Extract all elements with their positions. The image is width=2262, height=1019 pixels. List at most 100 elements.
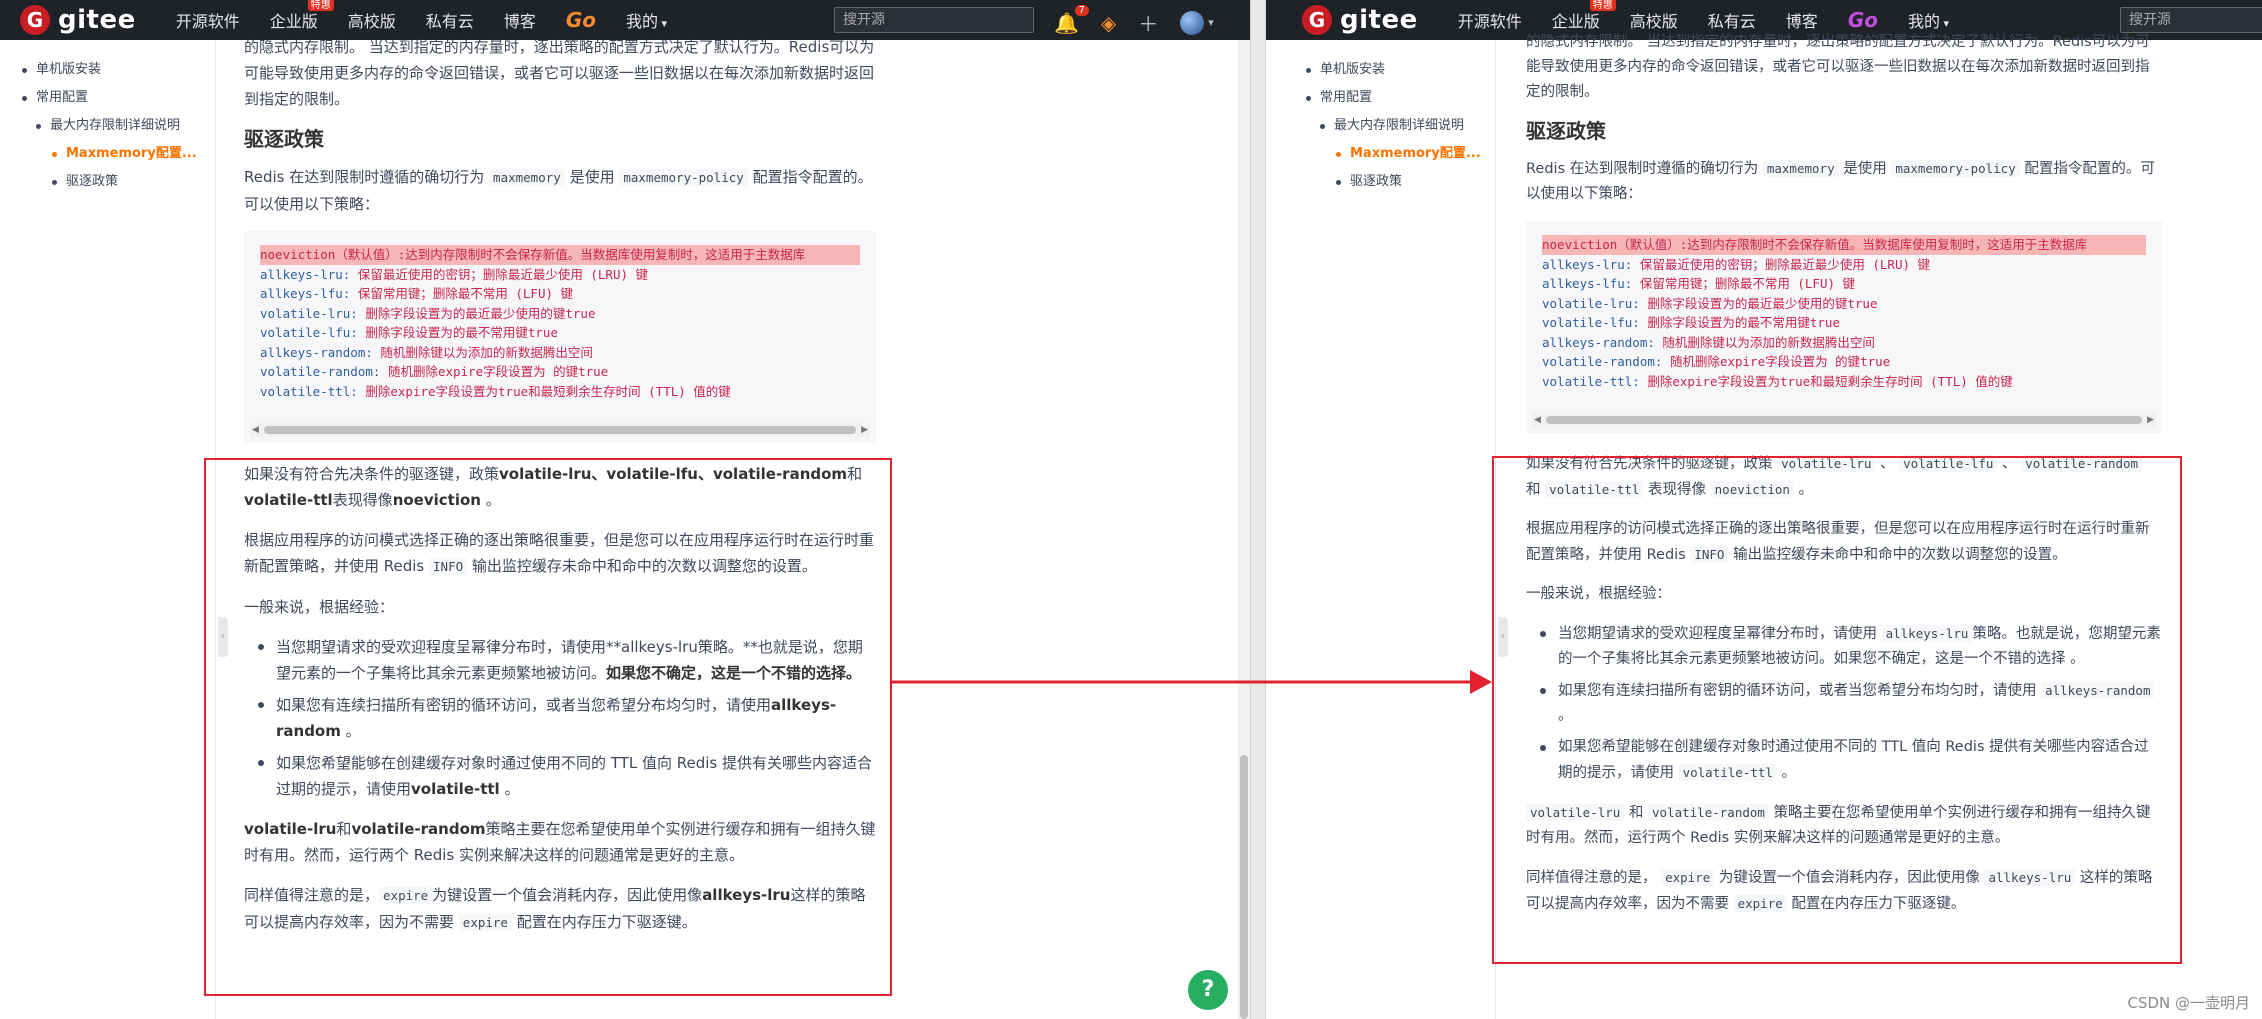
code-line: allkeys-lru: 保留最近使用的密钥；删除最近最少使用 (LRU) 键 xyxy=(260,266,649,282)
nav-education[interactable]: 高校版 xyxy=(1630,8,1678,32)
scroll-right-icon[interactable]: ▶ xyxy=(2147,413,2154,427)
code-line: allkeys-random: 随机删除键以为添加的新数据腾出空间 xyxy=(1542,334,1875,350)
enterprise-badge: 特惠 xyxy=(307,0,334,11)
code-line: volatile-random: 随机删除expire字段设置为 的键true xyxy=(1542,354,1891,369)
help-button[interactable]: ? xyxy=(1188,970,1228,1010)
location-icon[interactable]: ◈ xyxy=(1101,11,1116,35)
nav-go[interactable]: Go xyxy=(566,8,596,32)
code-line: volatile-lru: 删除字段设置为的最近最少使用的键true xyxy=(1542,295,1878,311)
tuning-paragraph: 根据应用程序的访问模式选择正确的逐出策略很重要，但是您可以在应用程序运行时在运行… xyxy=(244,531,875,575)
article-content: 的隐式内存限制。 当达到指定的内存量时，逐出策略的配置方式决定了默认行为。Red… xyxy=(244,34,876,950)
rule-of-thumb: 一般来说，根据经验： xyxy=(244,598,395,616)
right-screenshot: G gitee 开源软件 企业版特惠 高校版 私有云 博客 Go 我的 搜开源 … xyxy=(1266,0,2262,1019)
toc-item-active[interactable]: Maxmemory配置... xyxy=(1300,140,1495,168)
nav-open-source[interactable]: 开源软件 xyxy=(176,8,240,32)
expire-paragraph: 同样值得注意的是， expire 为键设置一个值会消耗内存，因此使用像allkeys… xyxy=(244,886,866,931)
scroll-right-icon[interactable]: ▶ xyxy=(861,423,868,437)
toc-item[interactable]: 最大内存限制详细说明 xyxy=(1300,112,1495,140)
nav-go[interactable]: Go xyxy=(1848,8,1878,32)
gitee-logo[interactable]: G gitee xyxy=(20,5,136,35)
volatile-paragraph: volatile-lru和volatile-random策略主要在您希望使用单个… xyxy=(244,820,876,864)
toc-item[interactable]: 常用配置 xyxy=(16,84,215,112)
page-scrollbar[interactable] xyxy=(1238,40,1250,1019)
section-heading: 驱逐政策 xyxy=(1526,119,1606,143)
toc-item[interactable]: 单机版安装 xyxy=(16,56,215,84)
scroll-thumb[interactable] xyxy=(1546,416,2142,424)
nav-mine[interactable]: 我的 xyxy=(1908,8,1949,32)
bell-icon[interactable]: 🔔 7 xyxy=(1054,4,1089,35)
left-screenshot: G gitee 开源软件 企业版特惠 高校版 私有云 博客 Go 我的 搜开源 … xyxy=(0,0,1250,1019)
scroll-thumb[interactable] xyxy=(1240,755,1248,1019)
policy-intro: Redis 在达到限制时遵循的确切行为 maxmemory 是使用 maxmem… xyxy=(244,168,873,213)
tuning-paragraph: 根据应用程序的访问模式选择正确的逐出策略很重要，但是您可以在应用程序运行时在运行… xyxy=(1526,521,2150,563)
enterprise-badge: 特惠 xyxy=(1589,0,1616,11)
code-horizontal-scrollbar[interactable]: ◀ ▶ xyxy=(1532,413,2156,427)
scroll-left-icon[interactable]: ◀ xyxy=(252,423,259,437)
code-line: volatile-ttl: 删除expire字段设置为true和最短剩余生存时间… xyxy=(1542,373,2013,389)
toc-collapse-handle[interactable]: ‹ xyxy=(1498,617,1508,657)
nav-enterprise[interactable]: 企业版 特惠 xyxy=(1551,0,1616,32)
code-block: noeviction（默认值）:达到内存限制时不会保存新值。当数据库使用复制时，… xyxy=(1526,221,2162,433)
nav-blog[interactable]: 博客 xyxy=(504,8,536,32)
notification-count: 7 xyxy=(1074,4,1089,16)
list-item: 如果您希望能够在创建缓存对象时通过使用不同的 TTL 值向 Redis 提供有关… xyxy=(1526,735,2162,786)
toc-item[interactable]: 单机版安装 xyxy=(1300,56,1495,84)
code-horizontal-scrollbar[interactable]: ◀ ▶ xyxy=(250,423,870,437)
code-line: allkeys-lfu: 保留常用键；删除最不常用 (LFU) 键 xyxy=(1542,276,1856,291)
rule-of-thumb: 一般来说，根据经验： xyxy=(1526,586,1671,602)
nav-education[interactable]: 高校版 xyxy=(348,8,396,32)
code-block: noeviction（默认值）:达到内存限制时不会保存新值。当数据库使用复制时，… xyxy=(244,231,876,443)
logo-text: gitee xyxy=(58,5,136,35)
logo-text: gitee xyxy=(1340,5,1418,35)
toc-item[interactable]: 驱逐政策 xyxy=(1300,168,1495,196)
nav-open-source[interactable]: 开源软件 xyxy=(1458,8,1522,32)
pane-divider xyxy=(1250,0,1266,1019)
section-heading: 驱逐政策 xyxy=(244,127,324,151)
list-item: 当您期望请求的受欢迎程度呈幂律分布时，请使用**allkeys-lru策略。**… xyxy=(244,634,876,686)
code-line: volatile-random: 随机删除expire字段设置为 的键true xyxy=(260,364,609,379)
code-line: volatile-lfu: 删除字段设置为的最不常用键true xyxy=(260,325,558,340)
fallback-paragraph: 如果没有符合先决条件的驱逐键，政策volatile-lru、volatile-l… xyxy=(244,465,863,509)
avatar[interactable] xyxy=(1180,10,1205,35)
list-item: 如果您有连续扫描所有密钥的循环访问，或者当您希望分布均匀时，请使用allkeys… xyxy=(244,692,876,744)
code-line: allkeys-lfu: 保留常用键；删除最不常用 (LFU) 键 xyxy=(260,286,574,301)
intro-paragraph: 的隐式内存限制。 当达到指定的内存量时，逐出策略的配置方式决定了默认行为。Red… xyxy=(1526,34,2150,100)
intro-paragraph: 的隐式内存限制。 当达到指定的内存量时，逐出策略的配置方式决定了默认行为。Red… xyxy=(244,38,875,108)
watermark: CSDN @一壶明月 xyxy=(2127,994,2250,1012)
code-line: volatile-lru: 删除字段设置为的最近最少使用的键true xyxy=(260,305,596,321)
code-line: noeviction（默认值）:达到内存限制时不会保存新值。当数据库使用复制时，… xyxy=(1542,235,2146,255)
nav-enterprise[interactable]: 企业版 特惠 xyxy=(269,0,334,32)
nav-private-cloud[interactable]: 私有云 xyxy=(426,8,474,32)
toc-item[interactable]: 最大内存限制详细说明 xyxy=(16,112,215,140)
volatile-paragraph: volatile-lru 和 volatile-random 策略主要在您希望使… xyxy=(1526,804,2151,846)
table-of-contents: 单机版安装 常用配置 最大内存限制详细说明 Maxmemory配置... 驱逐政… xyxy=(1300,40,1496,1019)
gitee-logo[interactable]: G gitee xyxy=(1302,5,1418,35)
nav-enterprise-label: 企业版 xyxy=(269,12,318,31)
nav-enterprise-label: 企业版 xyxy=(1551,12,1600,31)
logo-mark: G xyxy=(20,5,50,35)
nav-mine[interactable]: 我的 xyxy=(626,8,667,32)
code-line: noeviction（默认值）:达到内存限制时不会保存新值。当数据库使用复制时，… xyxy=(260,245,860,265)
scroll-thumb[interactable] xyxy=(264,426,856,434)
article-content: 的隐式内存限制。 当达到指定的内存量时，逐出策略的配置方式决定了默认行为。Red… xyxy=(1526,30,2162,931)
nav-blog[interactable]: 博客 xyxy=(1786,8,1818,32)
list-item: 如果您希望能够在创建缓存对象时通过使用不同的 TTL 值向 Redis 提供有关… xyxy=(244,750,876,802)
toc-collapse-handle[interactable]: ‹ xyxy=(218,617,228,657)
search-input[interactable]: 搜开源 xyxy=(834,7,1034,33)
chevron-down-icon[interactable]: ▾ xyxy=(1208,16,1214,29)
toc-item-active[interactable]: Maxmemory配置... xyxy=(16,140,215,168)
code-line: allkeys-lru: 保留最近使用的密钥；删除最近最少使用 (LRU) 键 xyxy=(1542,256,1931,272)
toc-item[interactable]: 常用配置 xyxy=(1300,84,1495,112)
nav-private-cloud[interactable]: 私有云 xyxy=(1708,8,1756,32)
expire-paragraph: 同样值得注意的是， expire 为键设置一个值会消耗内存，因此使用像 allk… xyxy=(1526,869,2153,912)
toc-item[interactable]: 驱逐政策 xyxy=(16,168,215,196)
logo-mark: G xyxy=(1302,5,1332,35)
code-line: allkeys-random: 随机删除键以为添加的新数据腾出空间 xyxy=(260,344,593,360)
policy-intro: Redis 在达到限制时遵循的确切行为 maxmemory 是使用 maxmem… xyxy=(1526,160,2155,202)
list-item: 当您期望请求的受欢迎程度呈幂律分布时，请使用 allkeys-lru 策略。也就是… xyxy=(1526,621,2162,672)
scroll-left-icon[interactable]: ◀ xyxy=(1534,413,1541,427)
code-line: volatile-ttl: 删除expire字段设置为true和最短剩余生存时间… xyxy=(260,383,731,399)
list-item: 如果您有连续扫描所有密钥的循环访问，或者当您希望分布均匀时，请使用 allkey… xyxy=(1526,678,2162,729)
code-line: volatile-lfu: 删除字段设置为的最不常用键true xyxy=(1542,315,1840,330)
plus-icon[interactable]: ＋ xyxy=(1138,8,1158,37)
